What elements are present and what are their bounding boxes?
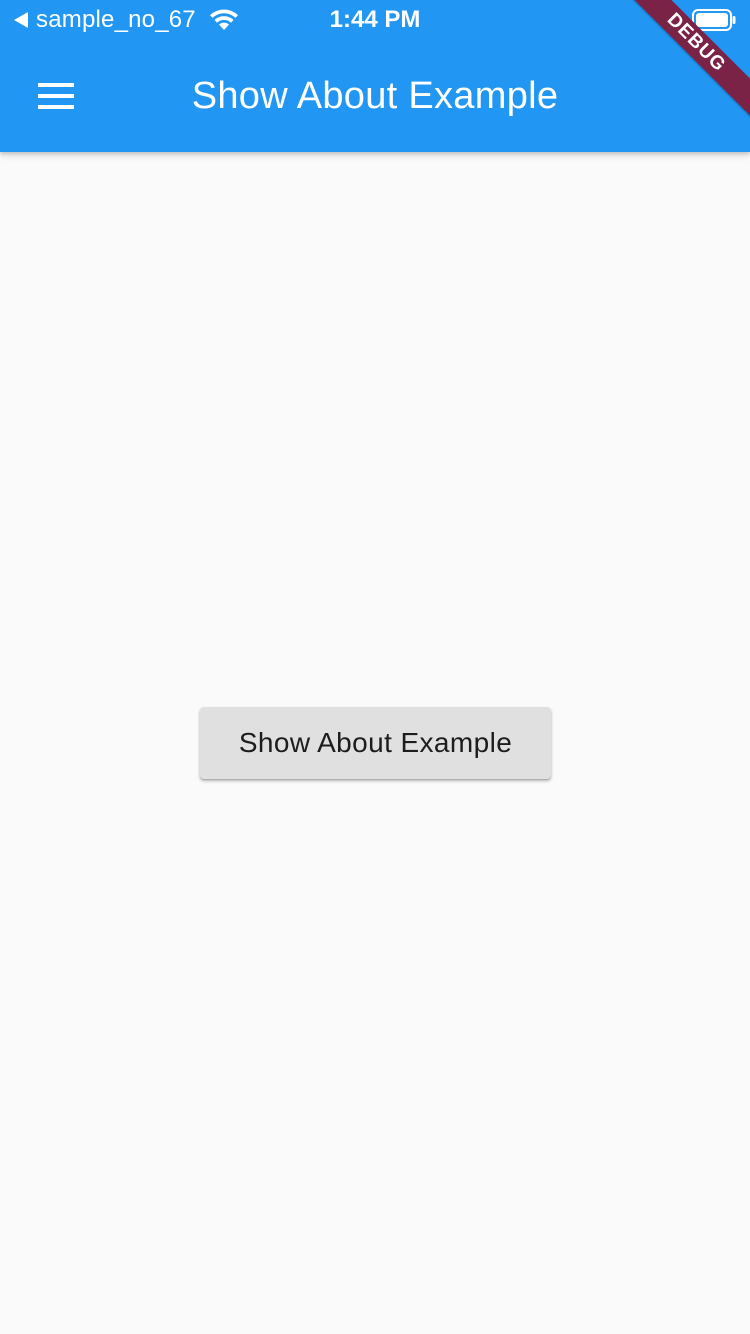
page-title: Show About Example [191, 75, 559, 117]
show-about-button[interactable]: Show About Example [200, 707, 551, 779]
main-content: Show About Example [0, 152, 750, 1334]
status-time: 1:44 PM [329, 6, 421, 33]
app-bar: Show About Example [0, 40, 750, 152]
status-bar: sample_no_67 1:44 PM [0, 0, 750, 40]
top-bar: sample_no_67 1:44 PM Show About Example [0, 0, 750, 152]
app-screen: sample_no_67 1:44 PM Show About Example … [0, 0, 750, 1334]
battery-icon [692, 9, 736, 31]
